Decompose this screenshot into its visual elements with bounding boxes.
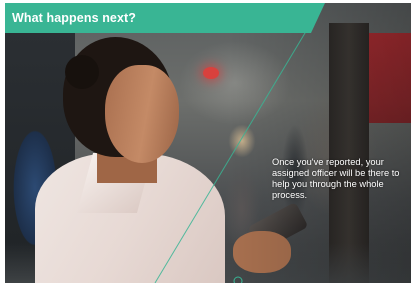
background-photo — [5, 3, 411, 283]
slide-frame: What happens next? Once you've reported,… — [5, 3, 411, 283]
photo-shade — [5, 3, 411, 283]
caption-text: Once you've reported, your assigned offi… — [272, 157, 400, 200]
circle-arrow-icon[interactable] — [233, 276, 243, 283]
header-bar: What happens next? — [5, 3, 325, 33]
page-title: What happens next? — [12, 11, 137, 25]
